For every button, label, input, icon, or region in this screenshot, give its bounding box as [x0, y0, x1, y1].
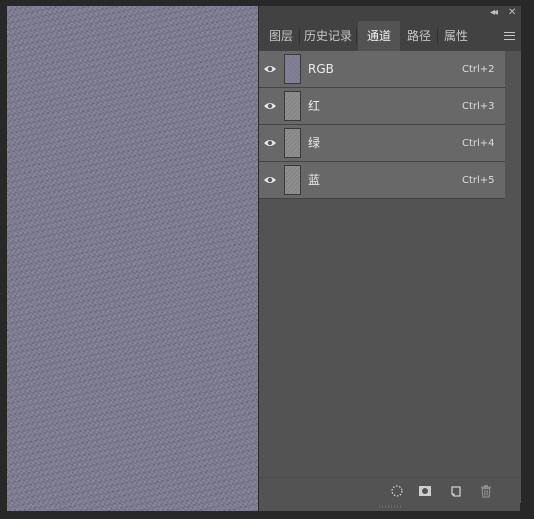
channel-shortcut: Ctrl+2 [462, 64, 495, 75]
channel-thumbnail [284, 165, 301, 195]
channel-shortcut: Ctrl+4 [462, 138, 495, 149]
channel-thumbnail [284, 128, 301, 158]
trash-icon[interactable] [479, 484, 493, 498]
channel-name: 蓝 [308, 173, 321, 187]
hamburger-menu-icon[interactable] [504, 32, 515, 40]
channel-shortcut: Ctrl+5 [462, 175, 495, 186]
eye-icon[interactable] [263, 138, 277, 148]
channel-row-red[interactable]: 红 Ctrl+3 [259, 88, 505, 125]
channel-thumbnail [284, 91, 301, 121]
channel-name: 红 [308, 99, 321, 113]
channel-name: RGB [308, 62, 334, 76]
double-chevron-left-icon[interactable]: ◂◂ [490, 7, 498, 19]
mask-icon[interactable] [418, 484, 432, 498]
channel-row-blue[interactable]: 蓝 Ctrl+5 [259, 162, 505, 199]
tab-layers[interactable]: 图层 [264, 21, 298, 51]
document-canvas[interactable] [7, 6, 258, 511]
resize-grip[interactable] [379, 505, 401, 508]
panel-tab-bar: 图层 历史记录 通道 路径 属性 [259, 21, 521, 51]
tab-history[interactable]: 历史记录 [301, 21, 355, 51]
tab-properties[interactable]: 属性 [439, 21, 473, 51]
channel-shortcut: Ctrl+3 [462, 101, 495, 112]
eye-icon[interactable] [263, 64, 277, 74]
panel-footer-toolbar [259, 477, 521, 503]
tab-divider [437, 29, 438, 44]
tab-divider [299, 29, 300, 44]
channel-row-rgb[interactable]: RGB Ctrl+2 [259, 51, 505, 88]
new-channel-icon[interactable] [450, 484, 464, 498]
close-icon[interactable]: ✕ [508, 7, 516, 19]
channel-thumbnail [284, 54, 301, 84]
channel-row-green[interactable]: 绿 Ctrl+4 [259, 125, 505, 162]
scrollbar-track[interactable] [505, 51, 521, 477]
eye-icon[interactable] [263, 175, 277, 185]
channel-list: RGB Ctrl+2 红 Ctrl+3 绿 Ctrl+4 蓝 Ctrl+5 [259, 51, 505, 199]
tab-divider [356, 29, 357, 44]
panel-title-bar: ◂◂ ✕ [259, 6, 521, 21]
tab-channels[interactable]: 通道 [358, 21, 400, 51]
channels-panel: ◂◂ ✕ 图层 历史记录 通道 路径 属性 RGB Ctrl+2 红 Ctrl+… [258, 6, 521, 511]
eye-icon[interactable] [263, 101, 277, 111]
channel-name: 绿 [308, 136, 321, 150]
tab-paths[interactable]: 路径 [402, 21, 436, 51]
dotted-circle-icon[interactable] [390, 484, 404, 498]
